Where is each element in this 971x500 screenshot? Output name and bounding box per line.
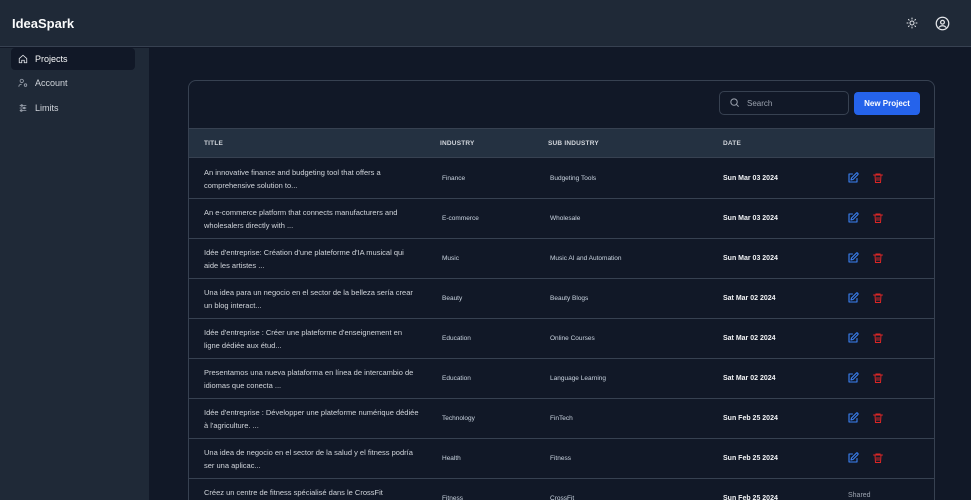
project-title[interactable]: Una idea para un negocio en el sector de…: [204, 286, 419, 312]
project-date: Sun Mar 03 2024: [723, 175, 778, 182]
project-industry: Fitness: [442, 495, 463, 500]
sun-icon[interactable]: [903, 14, 921, 32]
sidebar-item-label: Account: [35, 78, 68, 88]
shared-status: Shared: [848, 492, 871, 499]
project-date: Sun Feb 25 2024: [723, 495, 778, 500]
sidebar-item-label: Projects: [35, 54, 68, 64]
edit-icon[interactable]: [847, 412, 860, 425]
user-circle-icon[interactable]: [933, 14, 951, 32]
project-title[interactable]: Idée d'entreprise : Créer une plateforme…: [204, 326, 419, 352]
table-row[interactable]: Idée d'entreprise : Créer une plateforme…: [189, 319, 934, 359]
project-industry: Education: [442, 375, 471, 382]
trash-icon[interactable]: [872, 412, 885, 425]
sliders-icon: [17, 102, 29, 114]
project-date: Sat Mar 02 2024: [723, 335, 776, 342]
project-sub-industry: Music AI and Automation: [550, 255, 622, 262]
project-date: Sat Mar 02 2024: [723, 295, 776, 302]
column-header-industry[interactable]: INDUSTRY: [440, 140, 475, 147]
trash-icon[interactable]: [872, 452, 885, 465]
new-project-button[interactable]: New Project: [854, 92, 920, 115]
trash-icon[interactable]: [872, 252, 885, 265]
edit-icon[interactable]: [847, 292, 860, 305]
trash-icon[interactable]: [872, 172, 885, 185]
sidebar-item-projects[interactable]: Projects: [11, 48, 135, 70]
edit-icon[interactable]: [847, 332, 860, 345]
edit-icon[interactable]: [847, 172, 860, 185]
project-industry: Education: [442, 335, 471, 342]
sidebar-item-limits[interactable]: Limits: [11, 97, 135, 119]
edit-icon[interactable]: [847, 252, 860, 265]
trash-icon[interactable]: [872, 212, 885, 225]
project-industry: Technology: [442, 415, 475, 422]
edit-icon[interactable]: [847, 452, 860, 465]
project-date: Sun Mar 03 2024: [723, 215, 778, 222]
project-sub-industry: Language Learning: [550, 375, 607, 382]
project-date: Sun Mar 03 2024: [723, 255, 778, 262]
table-row[interactable]: Créez un centre de fitness spécialisé da…: [189, 479, 934, 500]
project-sub-industry: CrossFit: [550, 495, 575, 500]
user-settings-icon: [17, 77, 29, 89]
sidebar-item-account[interactable]: Account: [11, 72, 135, 94]
project-sub-industry: Beauty Blogs: [550, 295, 589, 302]
project-sub-industry: Wholesale: [550, 215, 581, 222]
project-sub-industry: Budgeting Tools: [550, 175, 597, 182]
project-industry: Finance: [442, 175, 466, 182]
project-title[interactable]: An e-commerce platform that connects man…: [204, 206, 419, 232]
sidebar-item-label: Limits: [35, 103, 59, 113]
app-title: IdeaSpark: [12, 16, 75, 31]
project-date: Sun Feb 25 2024: [723, 455, 778, 462]
search-input[interactable]: [747, 98, 837, 108]
project-title[interactable]: Idée d'entreprise : Développer une plate…: [204, 406, 419, 432]
table-header: TITLE INDUSTRY SUB INDUSTRY DATE: [189, 128, 934, 158]
column-header-sub-industry[interactable]: SUB INDUSTRY: [548, 140, 599, 147]
project-date: Sat Mar 02 2024: [723, 375, 776, 382]
sidebar: Projects Account Limits: [0, 48, 149, 500]
project-title[interactable]: Créez un centre de fitness spécialisé da…: [204, 486, 419, 499]
search-box[interactable]: [719, 91, 849, 115]
projects-panel: New Project TITLE INDUSTRY SUB INDUSTRY …: [188, 80, 935, 500]
table-row[interactable]: Idée d'entreprise: Création d'une platef…: [189, 239, 934, 279]
edit-icon[interactable]: [847, 212, 860, 225]
table-row[interactable]: Una idea para un negocio en el sector de…: [189, 279, 934, 319]
project-sub-industry: Fitness: [550, 455, 571, 462]
project-title[interactable]: Idée d'entreprise: Création d'une platef…: [204, 246, 419, 272]
column-header-title[interactable]: TITLE: [204, 140, 223, 147]
trash-icon[interactable]: [872, 332, 885, 345]
top-bar: IdeaSpark: [0, 0, 971, 47]
project-industry: Health: [442, 455, 461, 462]
project-sub-industry: Online Courses: [550, 335, 595, 342]
table-row[interactable]: An e-commerce platform that connects man…: [189, 199, 934, 239]
edit-icon[interactable]: [847, 372, 860, 385]
table-row[interactable]: Idée d'entreprise : Développer une plate…: [189, 399, 934, 439]
project-industry: Beauty: [442, 295, 463, 302]
project-sub-industry: FinTech: [550, 415, 573, 422]
project-industry: E-commerce: [442, 215, 479, 222]
project-title[interactable]: Una idea de negocio en el sector de la s…: [204, 446, 419, 472]
trash-icon[interactable]: [872, 372, 885, 385]
project-title[interactable]: Presentamos una nueva plataforma en líne…: [204, 366, 419, 392]
home-icon: [17, 53, 29, 65]
trash-icon[interactable]: [872, 292, 885, 305]
search-icon: [729, 97, 741, 109]
project-title[interactable]: An innovative finance and budgeting tool…: [204, 166, 419, 192]
column-header-date[interactable]: DATE: [723, 140, 741, 147]
table-row[interactable]: Presentamos una nueva plataforma en líne…: [189, 359, 934, 399]
table-row[interactable]: Una idea de negocio en el sector de la s…: [189, 439, 934, 479]
project-industry: Music: [442, 255, 459, 262]
project-date: Sun Feb 25 2024: [723, 415, 778, 422]
table-row[interactable]: An innovative finance and budgeting tool…: [189, 159, 934, 199]
